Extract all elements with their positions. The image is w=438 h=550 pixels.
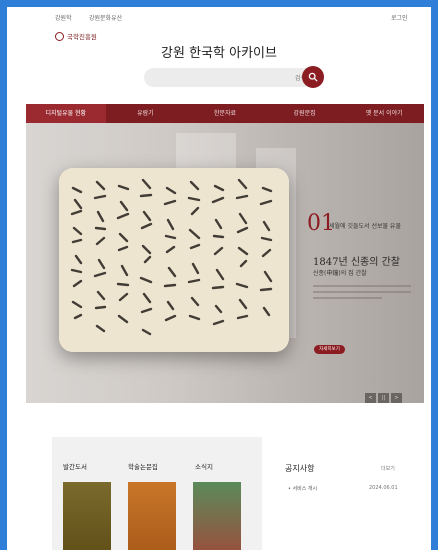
nav-item-old-documents[interactable]: 옛 문서 이야기 xyxy=(344,104,424,123)
login-link[interactable]: 로그인 xyxy=(391,13,408,22)
prev-slide-button[interactable]: < xyxy=(365,393,376,403)
nav-item-classics[interactable]: 한문자료 xyxy=(185,104,265,123)
papers-heading[interactable]: 학술논문집 xyxy=(128,461,158,471)
slide-author: 신종(申鐘)의 집 간찰 xyxy=(313,270,367,277)
pause-slide-button[interactable]: || xyxy=(378,393,389,403)
logo-text: 국학진흥원 xyxy=(67,33,97,41)
hero-slider: 01 세월에 깃들도서 선보물 유물 1847년 신종의 간찰 신종(申鐘)의 … xyxy=(26,123,424,403)
notices-heading[interactable]: 공지사항 xyxy=(285,463,314,474)
publications-heading[interactable]: 발간도서 xyxy=(63,461,87,471)
calligraphy-letter-image xyxy=(59,168,289,352)
slide-heading: 1847년 신종의 간찰 xyxy=(313,257,401,268)
journal-heading[interactable]: 소식지 xyxy=(195,461,213,471)
main-nav: 디지털유물 현황 유람기 한문자료 강원문집 옛 문서 이야기 xyxy=(26,104,424,123)
site-title: 강원 한국학 아카이브 xyxy=(161,46,277,61)
page: 강원학 강원문화유산 로그인 국학진흥원 강원 한국학 아카이브 검색 디지털유… xyxy=(7,7,431,550)
nav-item-anthology[interactable]: 강원문집 xyxy=(265,104,345,123)
search-icon xyxy=(308,72,318,82)
nav-item-digital[interactable]: 디지털유물 현황 xyxy=(26,104,106,123)
logo-emblem-icon xyxy=(55,31,64,41)
notice-item[interactable]: • 서비스 개시 xyxy=(288,485,317,492)
more-button[interactable]: 자세히보기 xyxy=(314,345,345,354)
search-button[interactable] xyxy=(302,66,324,88)
notices-more-link[interactable]: 더보기 xyxy=(381,465,395,472)
top-link-1[interactable]: 강원학 xyxy=(55,13,72,22)
search-input[interactable]: 검색 xyxy=(144,68,314,87)
notice-date: 2024.06.01 xyxy=(369,485,398,491)
journal-cover[interactable] xyxy=(193,482,241,550)
next-slide-button[interactable]: > xyxy=(391,393,402,403)
slide-subtitle: 세월에 깃들도서 선보물 유물 xyxy=(329,223,401,230)
slider-pager: < || > xyxy=(365,393,402,403)
publication-cover[interactable] xyxy=(63,482,111,550)
nav-item-travel[interactable]: 유람기 xyxy=(106,104,186,123)
slide-description xyxy=(313,285,411,307)
paper-cover[interactable] xyxy=(128,482,176,550)
site-logo[interactable]: 국학진흥원 xyxy=(55,31,97,41)
top-link-2[interactable]: 강원문화유산 xyxy=(89,13,122,22)
